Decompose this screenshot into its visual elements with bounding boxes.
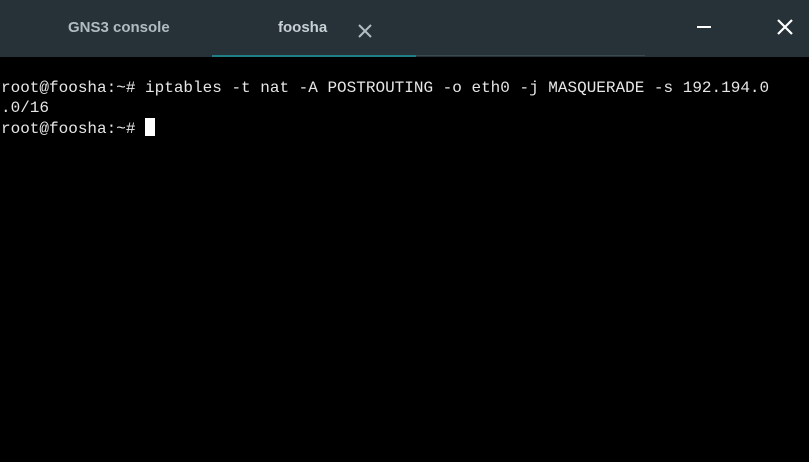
tab-foosha[interactable]: foosha [212, 0, 416, 57]
terminal-lines: root@foosha:~# iptables -t nat -A POSTRO… [1, 78, 769, 138]
prompt-text: root@foosha:~# [1, 120, 146, 138]
gns3-console-window: GNS3 console foosha root@foosha:~# iptab… [0, 0, 809, 462]
tab-gns3-console[interactable]: GNS3 console [0, 0, 212, 57]
close-window-icon[interactable] [772, 14, 798, 40]
terminal-output[interactable]: root@foosha:~# iptables -t nat -A POSTRO… [0, 57, 809, 462]
divider [416, 55, 645, 56]
cursor [145, 118, 156, 136]
close-icon[interactable] [356, 22, 374, 40]
terminal-line: .0/16 [1, 99, 50, 117]
prompt-line: root@foosha:~# [1, 118, 769, 138]
tab-label: foosha [278, 19, 328, 36]
title-bar: GNS3 console foosha [0, 0, 809, 57]
minimize-icon[interactable] [691, 14, 717, 40]
tab-label: GNS3 console [68, 19, 170, 36]
terminal-line: root@foosha:~# iptables -t nat -A POSTRO… [1, 79, 770, 97]
